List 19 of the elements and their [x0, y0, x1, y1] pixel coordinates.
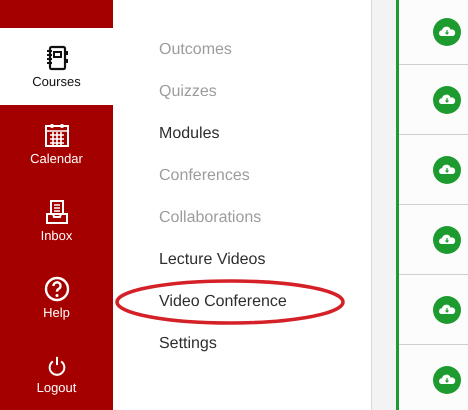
cloud-publish-icon[interactable]	[433, 226, 461, 254]
course-nav-link[interactable]: Lecture Videos	[159, 251, 266, 269]
cloud-publish-icon[interactable]	[433, 18, 461, 46]
global-nav-item[interactable]: Courses	[0, 28, 113, 105]
global-nav-item[interactable]: Inbox	[0, 182, 113, 259]
cloud-publish-icon[interactable]	[433, 366, 461, 394]
inbox-tray-icon	[44, 198, 70, 224]
help-icon	[44, 276, 70, 302]
cloud-publish-icon[interactable]	[433, 86, 461, 114]
course-nav-link[interactable]: Modules	[159, 125, 220, 143]
cloud-publish-icon[interactable]	[433, 156, 461, 184]
course-nav-link[interactable]: Settings	[159, 335, 217, 353]
notebook-icon	[44, 44, 68, 70]
cloud-publish-icon[interactable]	[433, 296, 461, 324]
global-nav-item[interactable]: Logout	[0, 336, 113, 410]
global-nav-item[interactable]: Calendar	[0, 105, 113, 182]
calendar-icon	[44, 122, 70, 148]
global-nav-item[interactable]: Help	[0, 259, 113, 336]
power-icon	[46, 354, 68, 376]
